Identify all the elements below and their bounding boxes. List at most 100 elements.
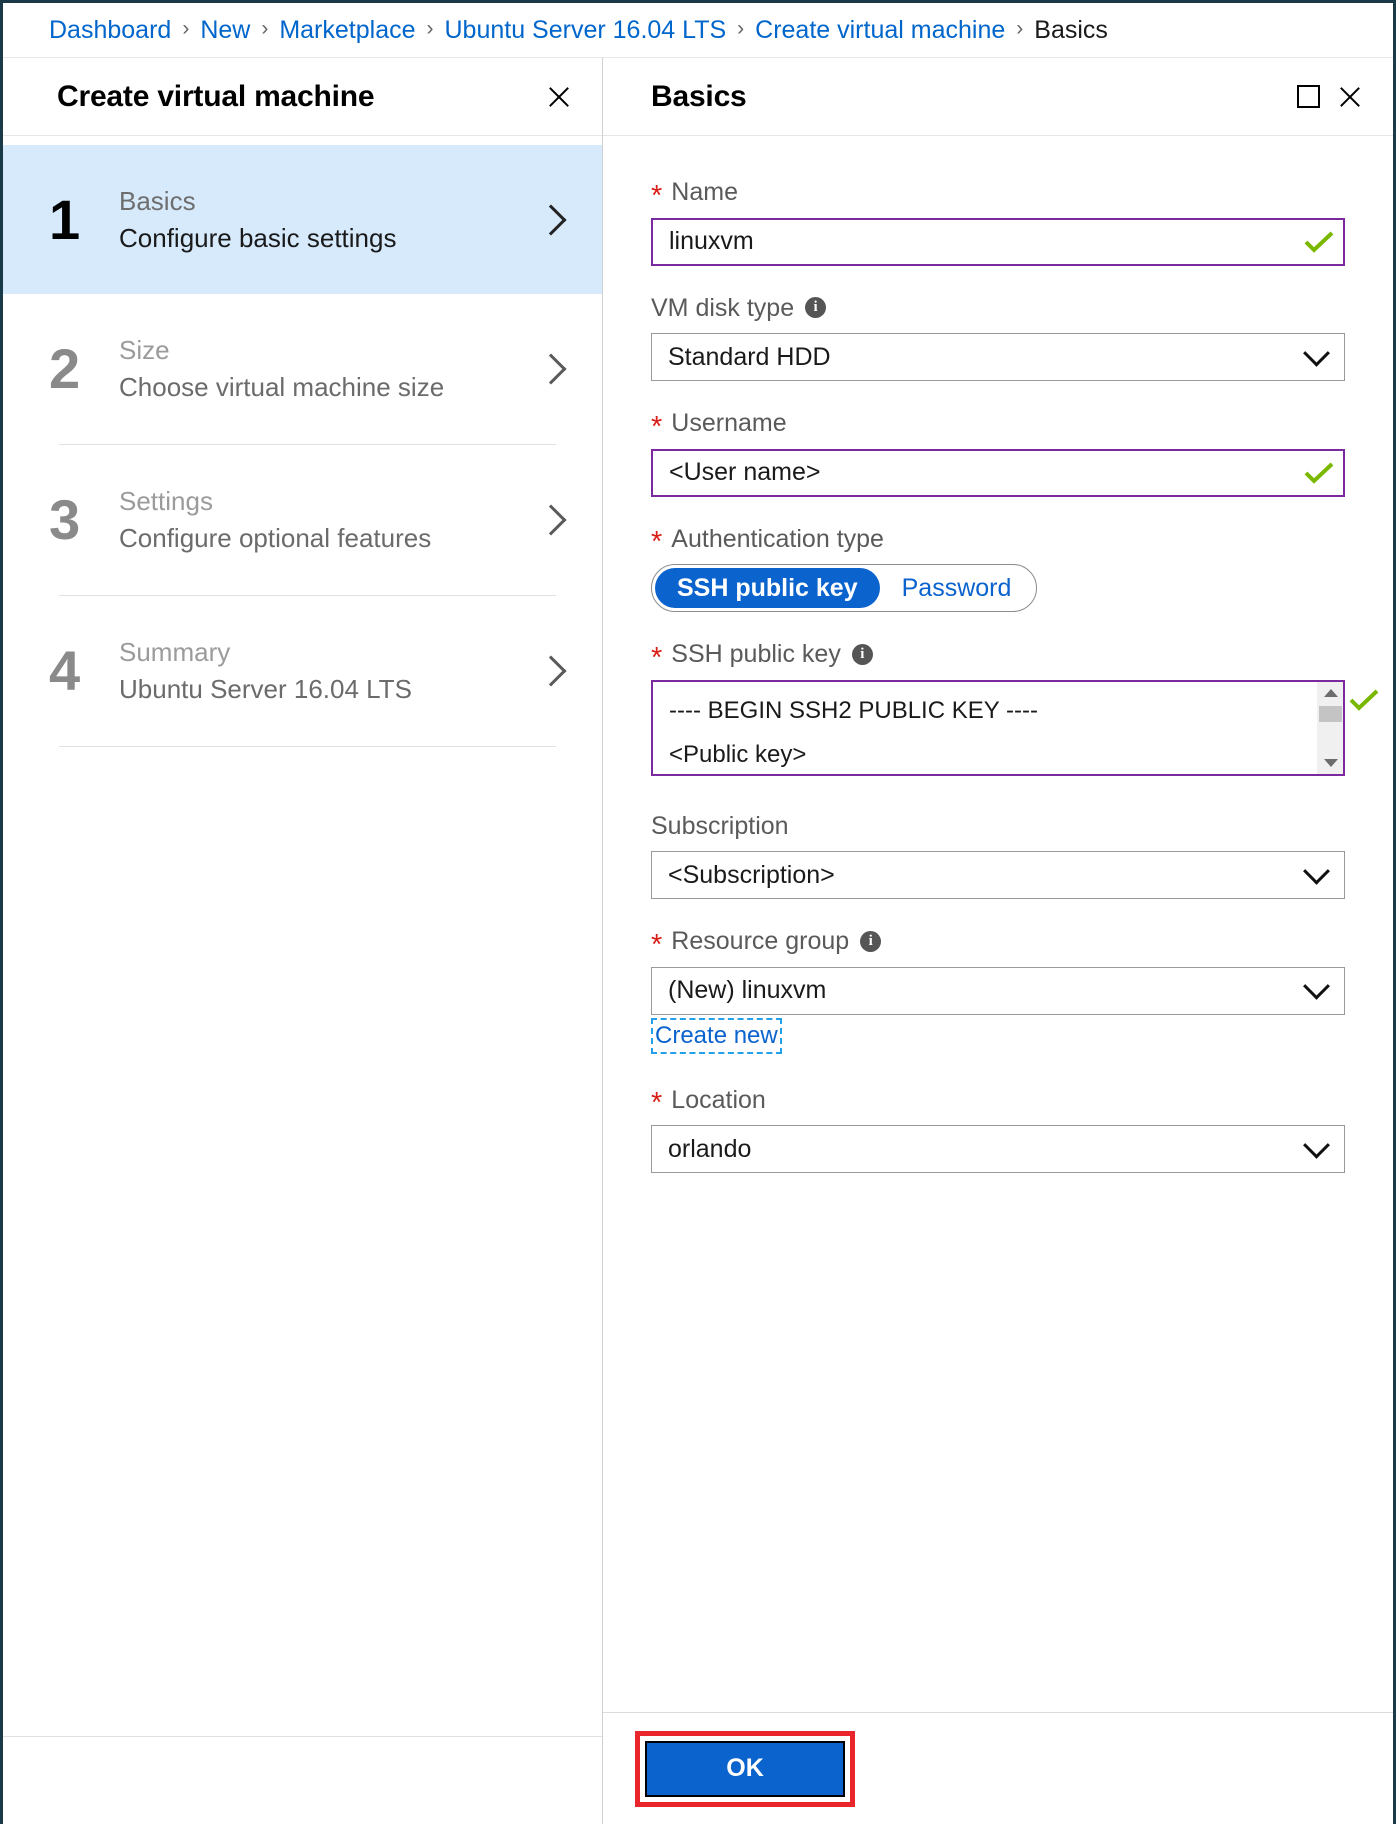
required-asterisk-icon: * (651, 928, 663, 961)
info-icon[interactable]: i (805, 297, 827, 319)
wizard-step-basics[interactable]: 1 Basics Configure basic settings (3, 145, 602, 294)
wizard-steps: 1 Basics Configure basic settings 2 Size… (3, 136, 602, 747)
field-location: * Location orlando (651, 1084, 1345, 1173)
breadcrumb-item-ubuntu-server[interactable]: Ubuntu Server 16.04 LTS (445, 16, 727, 45)
label-text: VM disk type (651, 293, 795, 322)
page-title: Create virtual machine (57, 79, 375, 113)
username-input[interactable]: <User name> (651, 448, 1345, 497)
field-subscription: Subscription <Subscription> (651, 810, 1345, 899)
subscription-label: Subscription (651, 810, 1345, 843)
ssh-public-key-content[interactable]: ---- BEGIN SSH2 PUBLIC KEY ---- <Public … (653, 682, 1317, 774)
ssh-key-line-1: ---- BEGIN SSH2 PUBLIC KEY ---- (669, 696, 1038, 724)
subscription-select[interactable]: <Subscription> (651, 851, 1345, 899)
step-number: 2 (49, 337, 81, 400)
wizard-step-size[interactable]: 2 Size Choose virtual machine size (3, 294, 602, 444)
right-blade-close-button[interactable] (1329, 76, 1371, 118)
name-input-value: linuxvm (669, 227, 754, 255)
label-text: Resource group (671, 927, 850, 955)
label-text: SSH public key (671, 640, 841, 668)
label-text: Name (671, 178, 738, 206)
basics-footer: OK (603, 1712, 1393, 1824)
step-text: Settings Configure optional features (107, 483, 540, 557)
required-asterisk-icon: * (651, 410, 663, 443)
basics-blade: Basics * Name linuxvm VM disk type i Sta… (603, 58, 1393, 1824)
ssh-public-key-scrollbar[interactable] (1317, 681, 1343, 774)
scrollbar-thumb[interactable] (1319, 705, 1342, 722)
field-resource-group: * Resource group i (New) linuxvm Create … (651, 925, 1345, 1054)
vm-disk-type-label: VM disk type i (651, 292, 1345, 325)
field-username: * Username <User name> (651, 407, 1345, 497)
subscription-value: <Subscription> (668, 860, 835, 889)
authentication-type-toggle: SSH public key Password (651, 564, 1038, 612)
right-blade-maximize-button[interactable] (1287, 76, 1329, 118)
scroll-down-icon[interactable] (1318, 751, 1343, 774)
breadcrumb-separator-icon: › (261, 17, 269, 40)
required-asterisk-icon: * (651, 1087, 663, 1120)
ok-button[interactable]: OK (645, 1740, 845, 1797)
username-input-value: <User name> (669, 458, 821, 486)
scroll-up-icon[interactable] (1318, 681, 1343, 704)
username-label: * Username (651, 407, 1345, 443)
close-icon (1335, 82, 1365, 112)
right-blade-header: Basics (603, 58, 1393, 136)
ssh-public-key-textarea[interactable]: ---- BEGIN SSH2 PUBLIC KEY ---- <Public … (651, 679, 1379, 776)
breadcrumb-item-marketplace[interactable]: Marketplace (279, 16, 415, 45)
info-icon[interactable]: i (851, 643, 873, 665)
field-name: * Name linuxvm (651, 176, 1345, 266)
authentication-type-label: * Authentication type (651, 523, 1345, 559)
step-name: Size (119, 335, 170, 366)
breadcrumb-item-basics: Basics (1034, 15, 1108, 44)
resource-group-select[interactable]: (New) linuxvm (651, 966, 1345, 1015)
breadcrumb-item-dashboard[interactable]: Dashboard (49, 16, 171, 45)
chevron-down-icon (1288, 339, 1344, 367)
chevron-down-icon (1288, 1131, 1344, 1159)
label-text: Location (671, 1085, 766, 1114)
required-asterisk-icon: * (651, 179, 663, 212)
chevron-right-icon (535, 353, 567, 385)
wizard-step-settings[interactable]: 3 Settings Configure optional features (3, 445, 602, 595)
step-description: Configure optional features (119, 523, 432, 553)
chevron-down-icon (1288, 857, 1344, 885)
vm-disk-type-select[interactable]: Standard HDD (651, 333, 1345, 381)
step-text: Summary Ubuntu Server 16.04 LTS (107, 634, 540, 708)
scrollbar-track[interactable] (1318, 724, 1343, 752)
field-ssh-public-key: * SSH public key i ---- BEGIN SSH2 PUBLI… (651, 638, 1379, 776)
step-text: Size Choose virtual machine size (107, 332, 540, 406)
ssh-key-line-2: <Public key> (669, 740, 807, 768)
step-number: 1 (49, 187, 81, 251)
breadcrumb-separator-icon: › (426, 17, 434, 40)
step-name: Basics (119, 185, 196, 216)
breadcrumb: Dashboard › New › Marketplace › Ubuntu S… (3, 3, 1393, 58)
step-number: 3 (49, 488, 81, 551)
step-description: Ubuntu Server 16.04 LTS (119, 674, 412, 704)
create-new-link[interactable]: Create new (651, 1017, 782, 1054)
ok-button-highlight: OK (635, 1730, 855, 1807)
chevron-right-icon (535, 655, 567, 687)
label-text: Username (671, 409, 787, 437)
breadcrumb-item-new[interactable]: New (200, 16, 250, 45)
info-icon[interactable]: i (860, 930, 882, 952)
location-select[interactable]: orlando (651, 1125, 1345, 1173)
step-description: Configure basic settings (119, 222, 397, 253)
breadcrumb-separator-icon: › (737, 17, 745, 40)
name-input[interactable]: linuxvm (651, 217, 1345, 266)
valid-check-icon (1295, 461, 1343, 485)
azure-portal-window: Dashboard › New › Marketplace › Ubuntu S… (0, 0, 1396, 1824)
label-text: Subscription (651, 811, 789, 840)
valid-check-icon (1295, 230, 1343, 254)
required-asterisk-icon: * (651, 526, 663, 559)
breadcrumb-separator-icon: › (182, 17, 190, 40)
left-blade-close-button[interactable] (538, 76, 580, 118)
auth-option-ssh-public-key[interactable]: SSH public key (655, 568, 880, 608)
basics-title: Basics (651, 79, 747, 113)
vm-disk-type-value: Standard HDD (668, 342, 831, 371)
auth-option-password[interactable]: Password (880, 568, 1034, 608)
create-virtual-machine-blade: Create virtual machine 1 Basics Configur… (3, 58, 603, 1824)
wizard-step-summary[interactable]: 4 Summary Ubuntu Server 16.04 LTS (3, 596, 602, 746)
breadcrumb-item-create-virtual-machine[interactable]: Create virtual machine (755, 16, 1005, 45)
step-text: Basics Configure basic settings (107, 183, 540, 257)
basics-form: * Name linuxvm VM disk type i Standard H… (603, 136, 1393, 1712)
maximize-icon (1296, 85, 1320, 108)
resource-group-value: (New) linuxvm (668, 976, 827, 1004)
chevron-right-icon (535, 504, 567, 536)
